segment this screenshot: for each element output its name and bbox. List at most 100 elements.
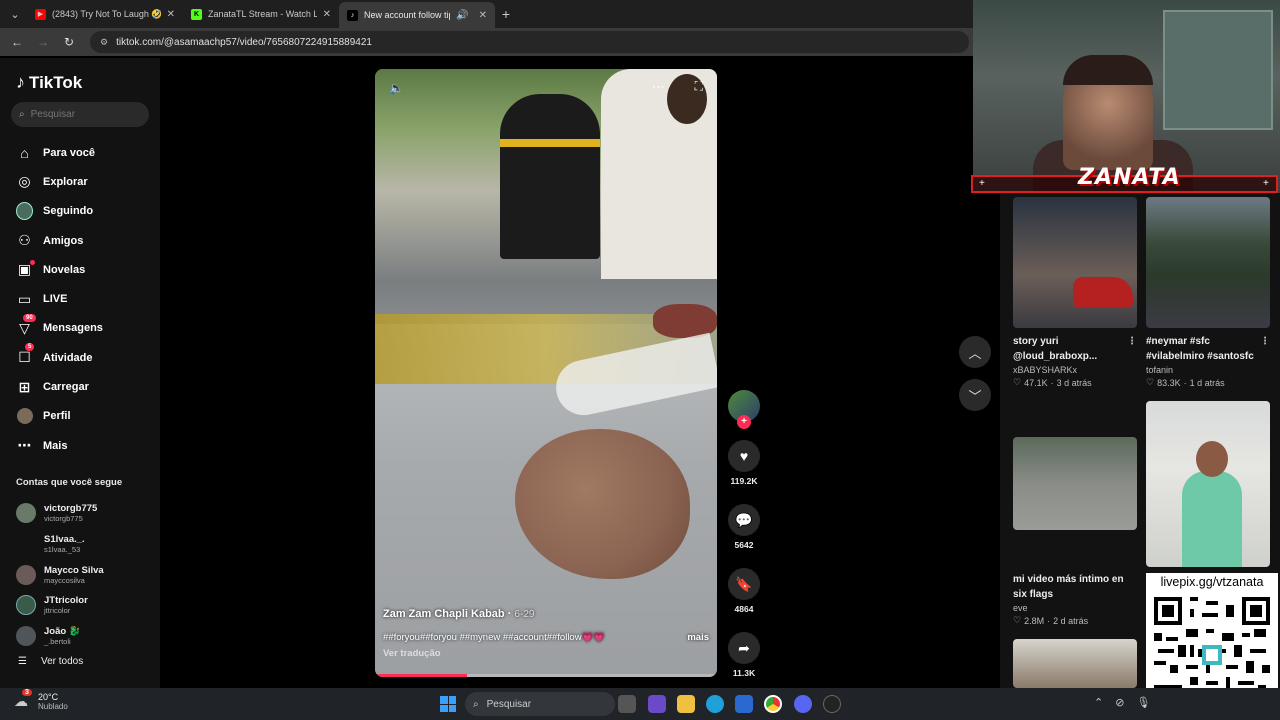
feed-author[interactable]: eve — [1013, 603, 1137, 613]
like-action[interactable]: ♥ 119.2K — [727, 440, 761, 486]
video-progress-bar[interactable] — [375, 674, 717, 677]
previous-video-button[interactable]: ︿ — [959, 336, 991, 368]
see-all-button[interactable]: ☰ Ver todos — [18, 656, 83, 667]
bookmark-icon[interactable]: 🔖 — [728, 568, 760, 600]
feed-card[interactable]: story yuri @loud_braboxp... ⋮ xBABYSHARKx… — [1013, 197, 1137, 388]
tiktok-logo[interactable]: ♪ TikTok — [16, 72, 82, 93]
store-icon[interactable] — [735, 695, 753, 713]
following-account[interactable]: JTtricolor jttricolor — [16, 590, 156, 621]
windows-start-icon[interactable] — [440, 696, 456, 712]
search-input[interactable] — [30, 109, 131, 120]
follow-plus-icon[interactable]: + — [737, 415, 751, 429]
kebab-icon[interactable]: ⋮ — [1127, 334, 1137, 349]
kebab-icon[interactable]: ⋮ — [1260, 334, 1270, 349]
feed-title[interactable]: story yuri @loud_braboxp... ⋮ — [1013, 334, 1137, 364]
sidebar-item-atividade[interactable]: ☐ 5 Atividade — [16, 343, 156, 372]
save-action[interactable]: 🔖 4864 — [727, 568, 761, 614]
share-action[interactable]: ➦ 11.3K — [727, 632, 761, 678]
close-tab-icon[interactable]: ✕ — [167, 9, 175, 20]
feed-thumbnail[interactable] — [1146, 401, 1270, 567]
following-account[interactable]: S1lvaa._. s1lvaa._53 — [16, 529, 156, 560]
mute-tab-icon[interactable]: 🔊 — [456, 10, 468, 21]
caption-more-button[interactable]: mais — [687, 632, 709, 643]
feed-author[interactable]: xBABYSHARKx — [1013, 365, 1137, 375]
translate-button[interactable]: Ver tradução — [383, 648, 709, 659]
chevron-up-icon[interactable]: ⌃ — [1094, 696, 1103, 709]
system-tray: ⌃ ⊘ 🎙 — [1094, 696, 1150, 709]
heart-icon[interactable]: ♥ — [728, 440, 760, 472]
sidebar-item-label: Amigos — [43, 234, 84, 247]
following-account[interactable]: Maycco Silva mayccosilva — [16, 559, 156, 590]
tab-search-chevron-icon[interactable]: ⌄ — [3, 4, 27, 24]
url-field[interactable]: ⚙ tiktok.com/@asamaachp57/video/76568072… — [90, 31, 969, 53]
feed-thumbnail[interactable] — [1013, 437, 1137, 530]
compass-icon: ◎ — [18, 173, 31, 190]
close-tab-icon[interactable]: ✕ — [323, 9, 331, 20]
task-view-icon[interactable] — [618, 695, 636, 713]
forward-button[interactable]: → — [32, 31, 54, 53]
reload-button[interactable]: ↻ — [58, 31, 80, 53]
see-all-label: Ver todos — [40, 656, 84, 667]
browser-tab-kick[interactable]: K ZanataTL Stream - Watch Live o ✕ — [183, 0, 339, 28]
feed-thumbnail[interactable] — [1013, 197, 1137, 328]
list-icon: ☰ — [18, 656, 27, 667]
sidebar-item-mais[interactable]: ⋯ Mais — [16, 431, 156, 460]
site-info-icon[interactable]: ⚙ — [100, 37, 108, 48]
feed-card[interactable] — [1013, 639, 1137, 688]
feed-card[interactable] — [1146, 401, 1270, 567]
sidebar-item-live[interactable]: ▭ LIVE — [16, 284, 156, 313]
microphone-icon[interactable]: 🎙 — [1136, 696, 1150, 709]
file-explorer-icon[interactable] — [677, 695, 695, 713]
comment-action[interactable]: 💬 5642 — [727, 504, 761, 550]
sidebar-item-amigos[interactable]: ⚇ Amigos — [16, 226, 156, 255]
edge-icon[interactable] — [706, 695, 724, 713]
obs-icon[interactable] — [823, 695, 841, 713]
share-icon[interactable]: ➦ — [728, 632, 760, 664]
comment-icon[interactable]: 💬 — [728, 504, 760, 536]
video-title[interactable]: Zam Zam Chapli Kabab · 6-29 — [383, 608, 709, 620]
feed-thumbnail[interactable] — [1146, 197, 1270, 328]
network-icon[interactable]: ⊘ — [1115, 696, 1124, 709]
logo-text: TikTok — [29, 72, 83, 92]
feed-thumbnail[interactable] — [1013, 639, 1137, 688]
sidebar-item-perfil[interactable]: Perfil — [16, 402, 156, 431]
activity-badge: 5 — [25, 343, 35, 352]
next-video-button[interactable]: ﹀ — [959, 379, 991, 411]
app-icon[interactable] — [648, 695, 666, 713]
feed-author[interactable]: tofanin — [1146, 365, 1270, 375]
creator-avatar[interactable]: + — [728, 390, 760, 429]
feed-card[interactable]: #neymar #sfc #vilabelmiro #santosfc ⋮ tof… — [1146, 197, 1270, 388]
search-box[interactable]: ⌕ — [11, 102, 149, 127]
sidebar-item-carregar[interactable]: ⊞ Carregar — [16, 372, 156, 401]
video-player[interactable]: 🔈 ⋯ ⛶ Zam Zam Chapli Kabab · 6-29 ##fory… — [375, 69, 717, 677]
close-tab-icon[interactable]: ✕ — [479, 10, 487, 21]
more-options-icon[interactable]: ⋯ — [652, 79, 665, 95]
following-account[interactable]: victorgb775 victorgb775 — [16, 498, 156, 529]
video-hashtags[interactable]: ##foryou##foryou ##mynew ##account##foll… — [383, 632, 605, 643]
feed-card[interactable]: mi video más íntimo en six flags eve ♡ 2.… — [1013, 437, 1137, 626]
sidebar-item-novelas[interactable]: ▣ Novelas — [16, 255, 156, 284]
volume-icon[interactable]: 🔈 — [389, 81, 404, 95]
taskbar-search[interactable]: ⌕ Pesquisar — [465, 692, 615, 716]
weather-widget[interactable]: ☁ 3 20°C Nublado — [14, 688, 68, 711]
feed-title[interactable]: mi video más íntimo en six flags — [1013, 572, 1137, 602]
discord-icon[interactable] — [794, 695, 812, 713]
chrome-icon[interactable] — [764, 695, 782, 713]
friends-icon: ⚇ — [18, 232, 31, 249]
back-button[interactable]: ← — [6, 31, 28, 53]
sidebar-item-label: Mensagens — [43, 322, 103, 335]
feed-age: 2 d atrás — [1053, 615, 1089, 626]
following-account[interactable]: João 🐉 _.bertoli — [16, 621, 156, 652]
banner-plus-icon: + — [1263, 178, 1269, 189]
browser-tab-youtube[interactable]: ▶ (2843) Try Not To Laugh 🤣 Top ✕ — [27, 0, 183, 28]
browser-tab-tiktok[interactable]: ♪ New account follow tips: hc 🔊 ✕ — [339, 2, 495, 28]
fullscreen-icon[interactable]: ⛶ — [695, 79, 703, 94]
new-tab-button[interactable]: + — [495, 6, 517, 22]
feed-likes: 83.3K — [1157, 377, 1181, 388]
sidebar-item-explorar[interactable]: ◎ Explorar — [16, 167, 156, 196]
sidebar-item-mensagens[interactable]: ▽ 90 Mensagens — [16, 313, 156, 343]
sidebar-item-seguindo[interactable]: Seguindo — [16, 197, 156, 226]
sidebar-item-para-voce[interactable]: ⌂ Para você — [16, 138, 156, 167]
feed-title[interactable]: #neymar #sfc #vilabelmiro #santosfc ⋮ — [1146, 334, 1270, 364]
account-name: JTtricolor — [44, 595, 88, 607]
